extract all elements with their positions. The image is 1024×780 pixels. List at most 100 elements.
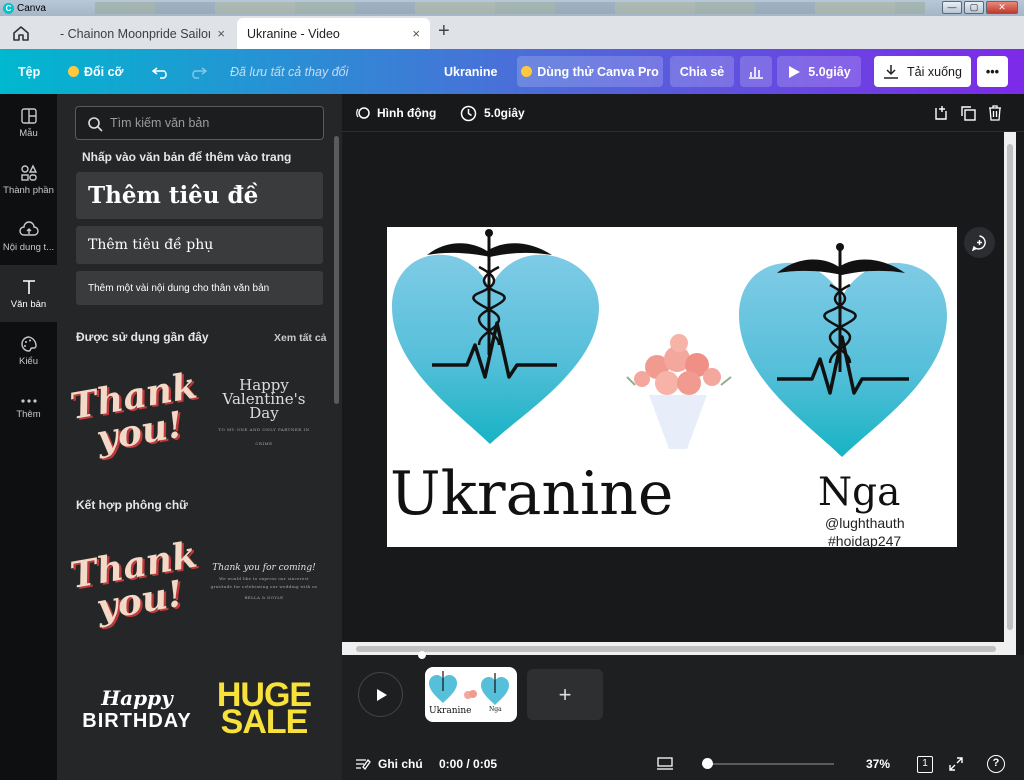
recent-section-title: Được sử dụng gần đây [76,330,209,344]
slide-text-nga[interactable]: Nga [818,470,900,515]
rail-item-text[interactable]: Văn bản [0,265,57,322]
templates-icon [20,107,37,124]
more-options-button[interactable]: ••• [977,56,1008,87]
delete-page-button[interactable] [988,94,1002,132]
file-menu[interactable]: Tệp [18,49,40,94]
try-pro-label: Dùng thử Canva Pro [537,64,659,79]
window-close-button[interactable]: ✕ [986,1,1018,14]
resize-label: Đổi cỡ [84,64,124,79]
zoom-slider-knob[interactable] [702,758,713,769]
download-button[interactable]: Tải xuống [874,56,971,87]
add-heading-button[interactable]: Thêm tiêu đề [76,172,323,219]
add-page-icon [935,106,947,120]
notes-button[interactable]: Ghi chú [355,748,423,780]
font-thumb-happy-birthday[interactable]: Happy BIRTHDAY [77,664,197,754]
page-count-icon: 1 [917,755,933,773]
timeline-clip[interactable]: Ukranine Nga [425,667,517,722]
comment-button[interactable] [964,227,995,258]
slide-text-hashtag[interactable]: #hoidap247 [828,533,901,547]
new-tab-button[interactable]: + [438,20,450,43]
canvas-toolbar: Hình động 5.0giây [342,94,1024,132]
page-count-button[interactable]: 1 [917,748,933,780]
add-subheading-button[interactable]: Thêm tiêu đề phụ [76,226,323,264]
share-button[interactable]: Chia sẻ [670,56,734,87]
canvas-vertical-scrollbar[interactable] [1004,132,1016,642]
insights-button[interactable] [740,56,772,87]
duplicate-icon [961,106,976,121]
rail-label: Nội dung t... [2,241,55,253]
home-button[interactable] [8,22,34,44]
undo-button[interactable] [152,49,170,94]
rail-item-elements[interactable]: Thành phần [0,151,57,208]
clip-text: Ukranine [429,706,472,716]
app-root: C Canva — ▢ ✕ - Chainon Moonpride Sailor… [0,0,1024,780]
left-heart-caduceus-image[interactable] [392,229,599,444]
panel-scrollbar[interactable] [334,136,339,404]
flower-bouquet-image[interactable] [626,334,732,449]
resize-button[interactable]: Đổi cỡ [68,49,123,94]
font-thumb-huge-sale[interactable]: HUGE SALE [209,664,319,754]
tab-close-icon[interactable]: × [412,26,420,41]
design-title[interactable]: Ukranine [444,49,498,94]
side-rail: Mẫu Thành phần Nội dung t... Văn bản Kiể… [0,94,57,780]
download-icon [884,65,899,79]
help-icon: ? [987,755,1005,773]
rail-item-templates[interactable]: Mẫu [0,94,57,151]
playhead-marker[interactable] [418,651,426,659]
rail-label: Mẫu [19,127,38,139]
thumb-text: Valentine's Day [222,389,306,422]
os-window-title: Canva [17,2,46,14]
rail-label: Thành phần [3,184,54,196]
help-button[interactable]: ? [987,748,1005,780]
minimize-button[interactable]: — [942,1,962,14]
add-clip-button[interactable]: + [527,669,603,720]
rail-label: Kiểu [18,355,38,367]
timeline-view-button[interactable] [656,748,674,780]
styles-icon [20,335,37,352]
add-body-text-button[interactable]: Thêm một vài nội dung cho thân văn bản [76,271,323,305]
text-icon [22,279,35,294]
browser-tab[interactable]: - Chainon Moonpride Sailorr × [50,18,235,49]
add-page-button[interactable] [933,94,949,132]
slide-text-ukranine[interactable]: Ukranine [390,459,673,529]
rail-item-styles[interactable]: Kiểu [0,322,57,379]
font-thumb-valentines[interactable]: Happy Valentine's Day TO MY ONE AND ONLY P… [209,356,319,472]
timeline-play-button[interactable] [358,672,403,717]
redo-button[interactable] [189,49,207,94]
maximize-button[interactable]: ▢ [964,1,984,14]
try-pro-button[interactable]: Dùng thử Canva Pro [517,56,663,87]
uploads-icon [18,220,39,236]
thumb-text: BIRTHDAY [82,709,192,732]
crown-icon [521,66,533,77]
rail-item-more[interactable]: Thêm [0,379,57,436]
editor-header: Tệp Đổi cỡ Đã lưu tất cả thay đổi Ukrani… [0,49,1024,94]
browser-tab-active[interactable]: Ukranine - Video × [237,18,430,49]
animate-label: Hình động [377,106,437,120]
playback-time: 0:00 / 0:05 [439,757,498,771]
font-thumb-thank-you[interactable]: Thank you! [67,356,200,472]
tab-close-icon[interactable]: × [217,26,225,41]
canva-app-icon: C [3,2,14,14]
elements-icon [20,163,37,181]
canvas-horizontal-scrollbar[interactable] [342,642,1016,655]
thumb-text: BELLA & DOYLE [244,595,284,600]
see-all-link[interactable]: Xem tất cả [274,332,327,344]
duration-button[interactable]: 5.0giây [460,94,525,132]
play-preview-button[interactable]: 5.0giây [777,56,861,87]
font-thumb-thank-you-coming[interactable]: Thank you for coming! We would like to ex… [209,524,319,642]
right-heart-caduceus-image[interactable] [739,243,947,457]
thumb-text: We would like to express our sincerest g… [210,576,318,589]
thumb-text: SALE [220,703,309,741]
animate-button[interactable]: Hình động [355,94,436,132]
timeline-panel: Ukranine Nga + Ghi chú 0:00 / 0:05 37% 1… [342,651,1024,780]
font-thumb-thank-you-2[interactable]: Thank you! [67,524,200,642]
design-page[interactable]: Ukranine Nga @lughthauth #hoidap247 [387,227,957,547]
zoom-level[interactable]: 37% [866,748,890,780]
slide-text-handle[interactable]: @lughthauth [825,515,905,531]
zoom-slider-track[interactable] [708,763,834,765]
duplicate-page-button[interactable] [960,94,976,132]
rail-item-uploads[interactable]: Nội dung t... [0,208,57,265]
text-search-input[interactable]: Tìm kiếm văn bản [75,106,324,140]
fullscreen-button[interactable] [948,748,964,780]
duration-label: 5.0giây [808,64,851,79]
